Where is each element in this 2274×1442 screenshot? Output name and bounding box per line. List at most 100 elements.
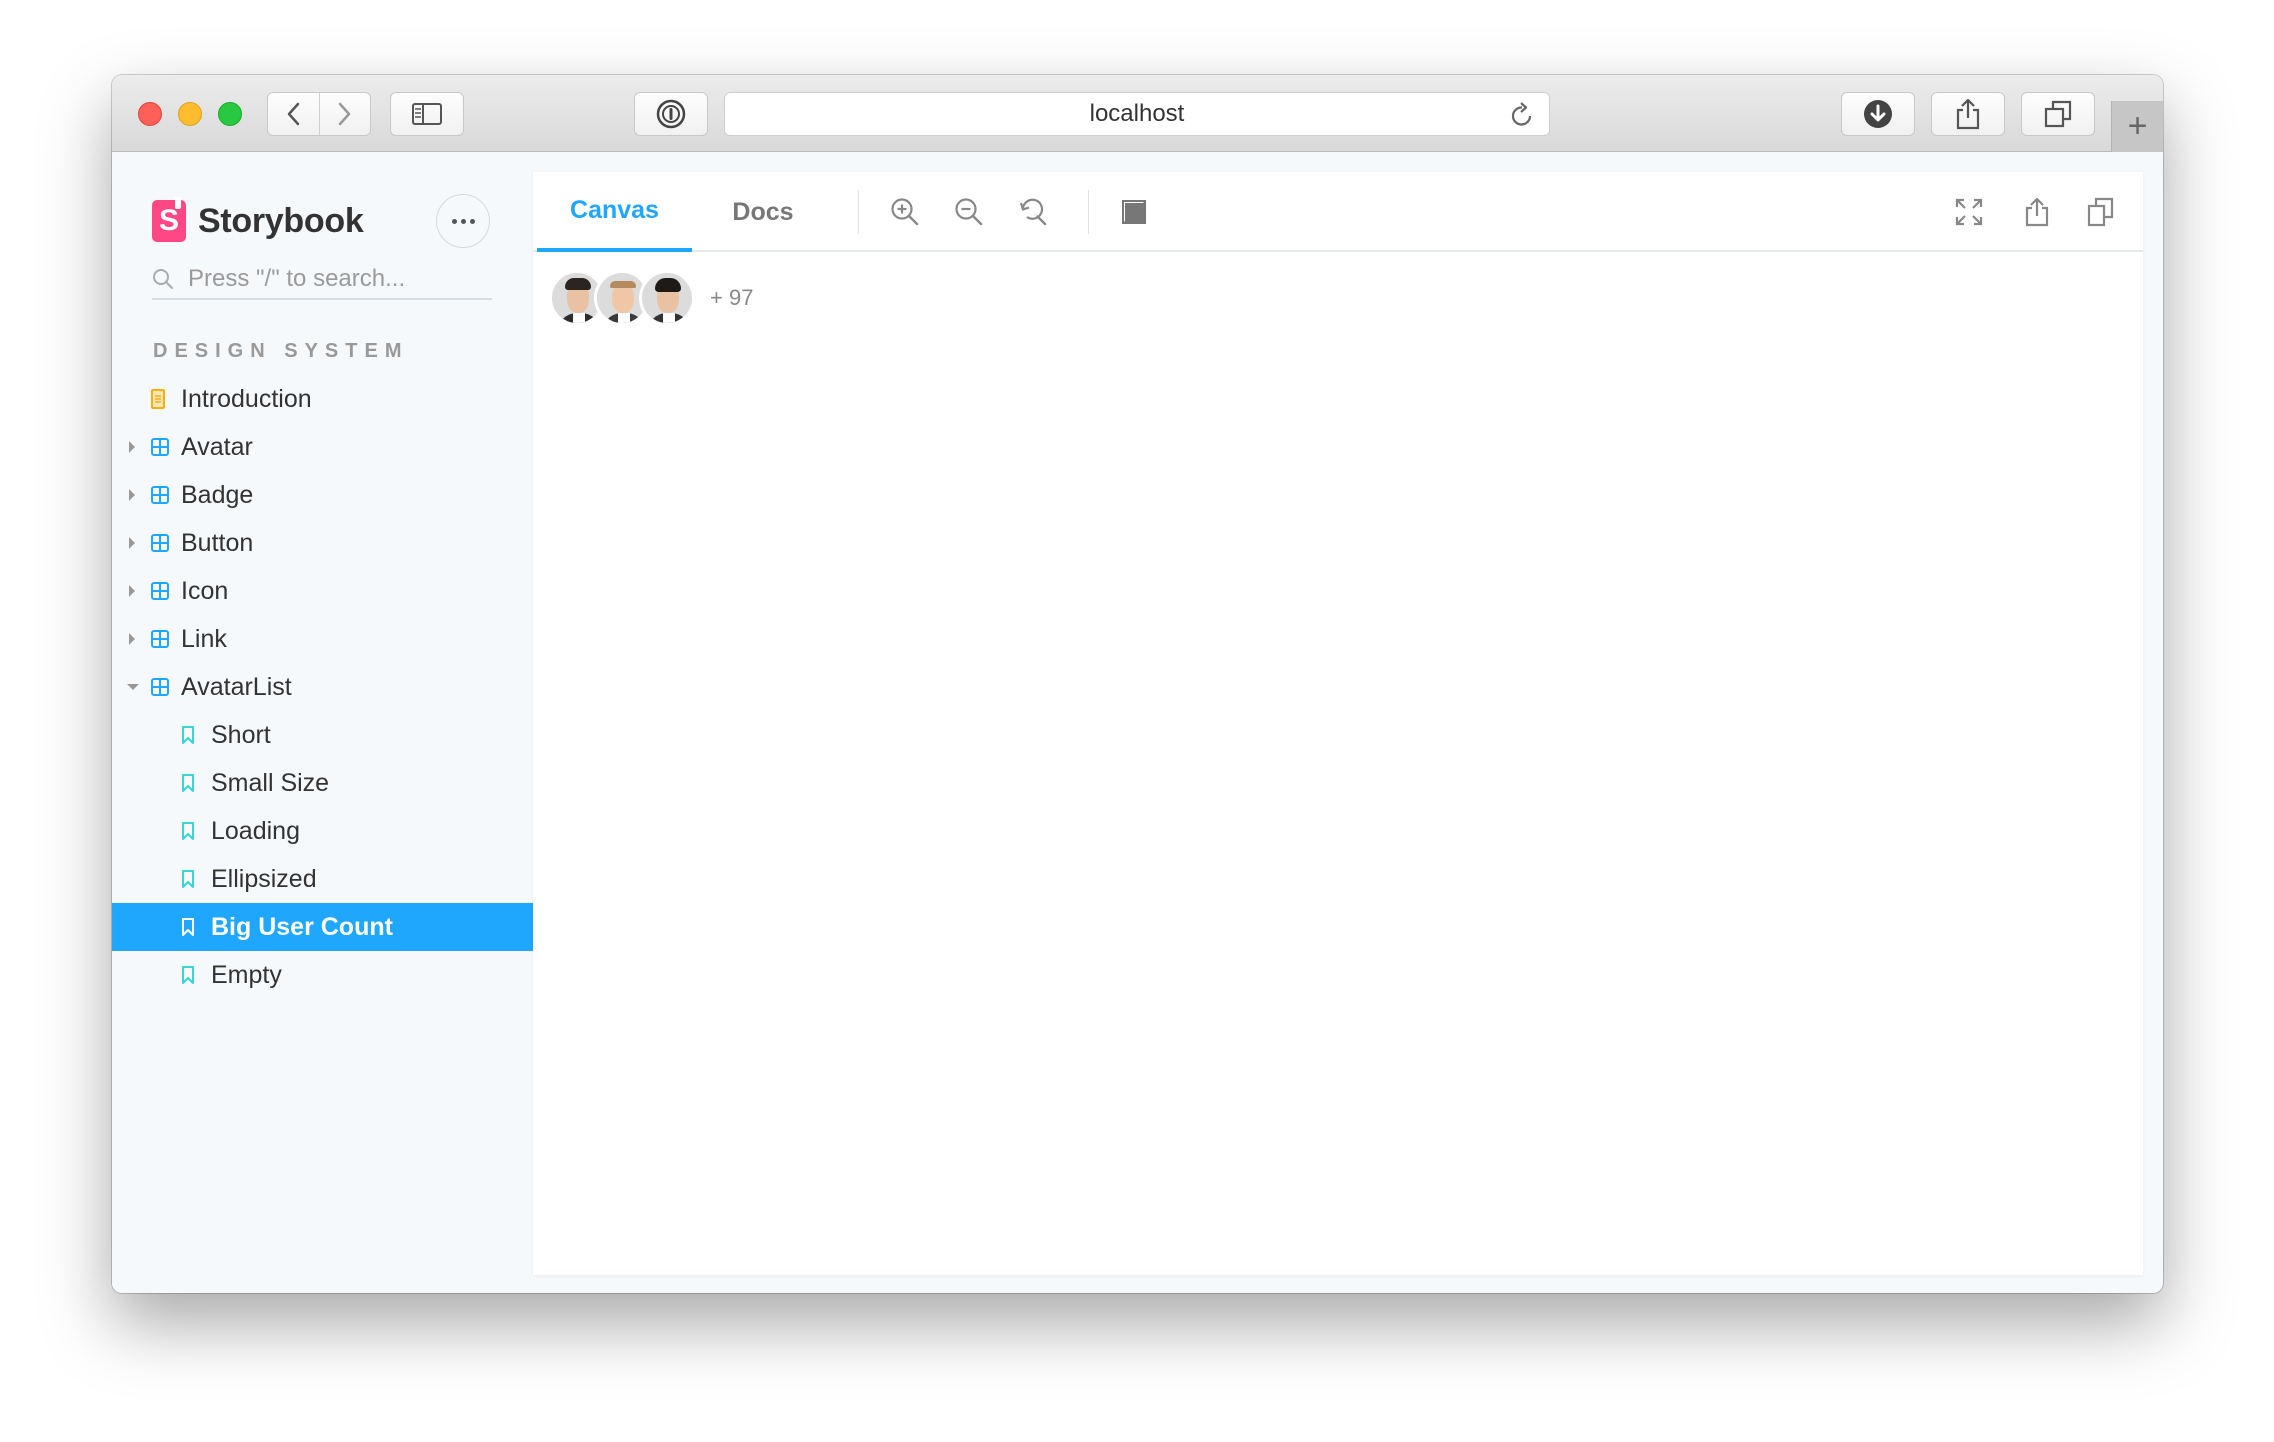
document-icon <box>151 389 165 409</box>
caret-right-icon <box>129 441 135 453</box>
caret-right-icon <box>129 489 135 501</box>
storybook-sidebar: S Storybook DESIGN SYSTEM Introduction A… <box>112 152 533 1293</box>
zoom-reset-button[interactable] <box>1015 194 1051 230</box>
bookmark-icon <box>182 726 194 744</box>
caret-down-icon <box>127 684 139 690</box>
history-nav <box>267 92 371 136</box>
story-short[interactable]: Short <box>112 711 533 759</box>
story-empty[interactable]: Empty <box>112 951 533 999</box>
bookmark-icon <box>182 870 194 888</box>
tree-item-avatarlist[interactable]: AvatarList <box>112 663 533 711</box>
download-icon <box>1864 100 1892 128</box>
bookmark-icon <box>182 966 194 984</box>
story-label: Short <box>211 720 271 749</box>
zoom-out-icon <box>955 198 983 226</box>
sidebar-toggle-button[interactable] <box>390 92 464 136</box>
avatar-list: + 97 <box>549 270 753 326</box>
downloads-button[interactable] <box>1841 92 1915 136</box>
search-input[interactable] <box>188 265 478 293</box>
fullscreen-icon <box>1955 198 1983 226</box>
ellipsis-dot <box>460 218 466 224</box>
zoom-out-button[interactable] <box>951 194 987 230</box>
caret-right-icon <box>129 633 135 645</box>
tree-item-button[interactable]: Button <box>112 519 533 567</box>
component-tree: Introduction Avatar Badge Button Icon Li… <box>112 375 533 999</box>
tree-item-badge[interactable]: Badge <box>112 471 533 519</box>
bookmark-icon <box>182 822 194 840</box>
copy-link-button[interactable] <box>2083 194 2119 230</box>
story-label: Ellipsized <box>211 864 317 893</box>
toolbar-divider <box>1088 190 1089 234</box>
toolbar-divider <box>858 190 859 234</box>
tree-item-icon[interactable]: Icon <box>112 567 533 615</box>
back-icon <box>288 102 300 126</box>
story-label: Loading <box>211 816 300 845</box>
zoom-reset-icon <box>1019 198 1047 226</box>
forward-button[interactable] <box>318 93 370 135</box>
tree-item-label: Avatar <box>181 432 253 461</box>
share-story-button[interactable] <box>2019 194 2055 230</box>
tree-item-label: Link <box>181 624 227 653</box>
preview-panel: Canvas Docs + 97 <box>533 172 2143 1275</box>
ellipsis-icon <box>451 218 457 224</box>
password-manager-button[interactable] <box>634 92 708 136</box>
search-icon <box>153 269 173 289</box>
story-loading[interactable]: Loading <box>112 807 533 855</box>
bookmark-icon <box>182 918 194 936</box>
fullscreen-button[interactable] <box>1951 194 1987 230</box>
component-icon <box>151 438 169 456</box>
new-tab-button[interactable]: + <box>2111 101 2163 152</box>
component-icon <box>151 678 169 696</box>
component-icon <box>151 486 169 504</box>
forward-icon <box>338 102 351 126</box>
bookmark-icon <box>182 774 194 792</box>
reload-button[interactable] <box>1509 101 1535 134</box>
zoom-in-icon <box>891 198 919 226</box>
share-icon <box>2025 197 2049 227</box>
component-icon <box>151 630 169 648</box>
back-button[interactable] <box>268 93 319 135</box>
tree-item-label: Icon <box>181 576 229 605</box>
story-label: Big User Count <box>211 912 393 941</box>
avatar <box>639 270 695 326</box>
close-window-button[interactable] <box>138 102 162 126</box>
preview-toolbar: Canvas Docs <box>533 172 2143 252</box>
copy-icon <box>2087 197 2114 227</box>
tab-docs[interactable]: Docs <box>703 172 823 252</box>
story-canvas: + 97 <box>533 254 2143 1275</box>
reload-icon <box>1511 102 1532 126</box>
tree-item-link[interactable]: Link <box>112 615 533 663</box>
background-icon <box>1122 200 1146 224</box>
tree-item-label: AvatarList <box>181 672 292 701</box>
component-icon <box>151 534 169 552</box>
story-small-size[interactable]: Small Size <box>112 759 533 807</box>
show-tabs-button[interactable] <box>2021 92 2095 136</box>
menu-button[interactable] <box>436 194 490 248</box>
caret-right-icon <box>129 585 135 597</box>
tree-item-avatar[interactable]: Avatar <box>112 423 533 471</box>
tab-canvas[interactable]: Canvas <box>537 172 692 252</box>
story-big-user-count[interactable]: Big User Count <box>112 903 533 951</box>
address-bar[interactable]: localhost <box>724 92 1550 136</box>
search-field <box>152 260 492 300</box>
tree-item-label: Badge <box>181 480 254 509</box>
share-icon <box>1956 98 1980 130</box>
additional-users-count: + 97 <box>710 285 754 310</box>
password-manager-icon <box>656 99 686 129</box>
caret-right-icon <box>129 537 135 549</box>
maximize-window-button[interactable] <box>218 102 242 126</box>
browser-titlebar: localhost + <box>112 75 2163 152</box>
storybook-logo: S <box>152 197 186 242</box>
zoom-in-button[interactable] <box>887 194 923 230</box>
storybook-brand[interactable]: S Storybook <box>152 197 364 242</box>
component-icon <box>151 582 169 600</box>
share-button[interactable] <box>1931 92 2005 136</box>
tree-item-introduction[interactable]: Introduction <box>112 375 533 423</box>
background-button[interactable] <box>1116 194 1152 230</box>
minimize-window-button[interactable] <box>178 102 202 126</box>
story-ellipsized[interactable]: Ellipsized <box>112 855 533 903</box>
story-label: Empty <box>211 960 282 989</box>
tree-item-label: Button <box>181 528 254 557</box>
browser-window: localhost + S Storybook DESIGN SYSTEM <box>112 75 2163 1293</box>
sidebar-icon <box>412 103 442 125</box>
